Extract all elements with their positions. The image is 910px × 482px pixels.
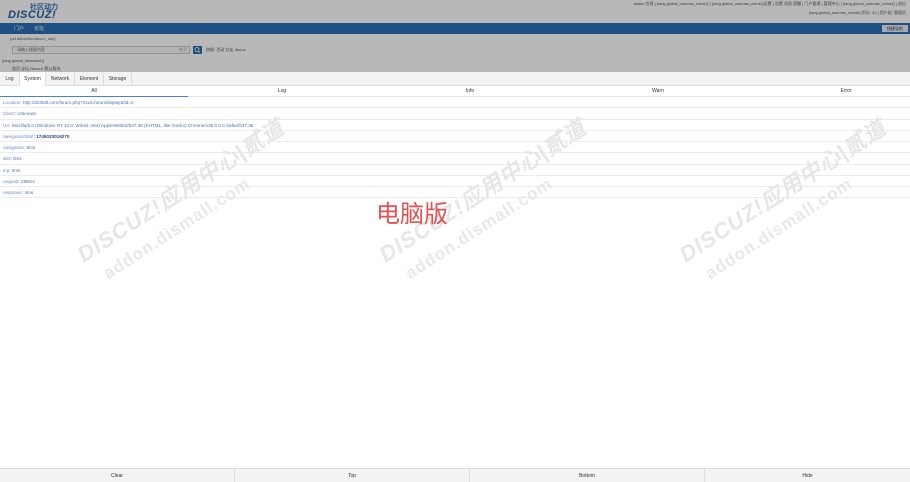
list-item: tcp: 0ms bbox=[0, 165, 910, 176]
list-item: Client: Unknown bbox=[0, 108, 910, 120]
page-dim-overlay bbox=[0, 0, 910, 72]
tab-storage[interactable]: Storage bbox=[104, 72, 132, 86]
watermark: DISCUZ!应用中心|贰道 addon.dismall.com bbox=[72, 114, 289, 283]
console-tabbar: Log System Network Element Storage bbox=[0, 72, 910, 86]
desktop-version-label[interactable]: 电脑版 bbox=[376, 194, 448, 229]
list-item: navigationStart: 1745033016270 bbox=[0, 131, 910, 142]
tab-log[interactable]: Log bbox=[0, 72, 20, 86]
filter-info[interactable]: Info bbox=[376, 86, 564, 97]
list-item: response: 4ms bbox=[0, 187, 910, 199]
list-item: request: 288ms bbox=[0, 176, 910, 187]
tab-network[interactable]: Network bbox=[46, 72, 75, 86]
clear-button[interactable]: Clear bbox=[0, 469, 235, 482]
list-item: UA: Mozilla/5.0 (Windows NT 10.0; Win64;… bbox=[0, 120, 910, 131]
top-button[interactable]: Top bbox=[235, 469, 470, 482]
list-item: dns: 0ms bbox=[0, 153, 910, 165]
log-filter-bar: All Log Info Warn Error bbox=[0, 86, 910, 97]
filter-log[interactable]: Log bbox=[188, 86, 376, 97]
system-info-list: Location: http://dz3taft.com/forum.php?m… bbox=[0, 97, 910, 199]
list-item: Location: http://dz3taft.com/forum.php?m… bbox=[0, 97, 910, 109]
tab-system[interactable]: System bbox=[20, 72, 46, 86]
hide-button[interactable]: Hide bbox=[705, 469, 910, 482]
tab-element[interactable]: Element bbox=[75, 72, 104, 86]
debug-console-panel: Log System Network Element Storage All L… bbox=[0, 72, 910, 482]
list-item: navigation: 6ms bbox=[0, 142, 910, 154]
bottom-button[interactable]: Bottom bbox=[470, 469, 705, 482]
filter-warn[interactable]: Warn bbox=[564, 86, 752, 97]
console-bottom-bar: Clear Top Bottom Hide bbox=[0, 468, 910, 482]
filter-all[interactable]: All bbox=[0, 86, 188, 97]
watermark: DISCUZ!应用中心|贰道 addon.dismall.com bbox=[674, 114, 891, 283]
filter-error[interactable]: Error bbox=[752, 86, 910, 97]
